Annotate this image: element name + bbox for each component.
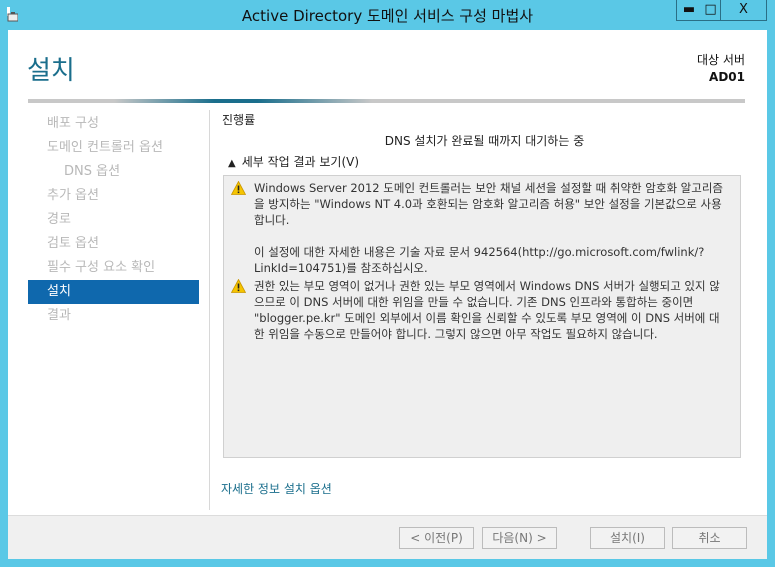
warning-message: 권한 있는 부모 영역이 없거나 권한 있는 부모 영역에서 Windows D… <box>231 278 730 342</box>
warning-text: 이 설정에 대한 자세한 내용은 기술 자료 문서 942564(http://… <box>254 245 705 275</box>
warning-text: 권한 있는 부모 영역이 없거나 권한 있는 부모 영역에서 Windows D… <box>254 279 720 341</box>
chevron-up-icon: ▲ <box>228 158 236 169</box>
nav-item-paths[interactable]: 경로 <box>28 208 199 232</box>
minimize-button[interactable]: ▬ <box>676 0 702 21</box>
nav-item-additional-options[interactable]: 추가 옵션 <box>28 184 199 208</box>
details-toggle-label: 세부 작업 결과 보기(V) <box>241 155 360 169</box>
target-server: 대상 서버 AD01 <box>697 52 745 86</box>
warning-icon <box>231 181 246 195</box>
nav-item-dc-options[interactable]: 도메인 컨트롤러 옵션 <box>28 136 199 160</box>
target-server-label: 대상 서버 <box>697 53 745 67</box>
warning-icon <box>231 279 246 293</box>
nav-item-dns-options[interactable]: DNS 옵션 <box>28 160 199 184</box>
details-box: Windows Server 2012 도메인 컨트롤러는 보안 채널 세션을 … <box>223 175 741 458</box>
nav-item-review-options[interactable]: 검토 옵션 <box>28 232 199 256</box>
maximize-button[interactable]: □ <box>701 0 721 21</box>
previous-button[interactable]: < 이전(P) <box>399 527 474 549</box>
page-title: 설치 <box>27 56 75 86</box>
nav-item-installation[interactable]: 설치 <box>28 280 199 304</box>
status-text: DNS 설치가 완료될 때까지 대기하는 중 <box>384 134 585 148</box>
nav-item-prerequisites[interactable]: 필수 구성 요소 확인 <box>28 256 199 280</box>
close-button[interactable]: X <box>721 0 767 21</box>
cancel-button[interactable]: 취소 <box>672 527 747 549</box>
wizard-nav: 배포 구성 도메인 컨트롤러 옵션 DNS 옵션 추가 옵션 경로 검토 옵션 … <box>28 112 199 328</box>
warning-message: Windows Server 2012 도메인 컨트롤러는 보안 채널 세션을 … <box>231 180 730 276</box>
more-info-link[interactable]: 자세한 정보 설치 옵션 <box>221 480 332 497</box>
warning-text: Windows Server 2012 도메인 컨트롤러는 보안 채널 세션을 … <box>254 181 723 227</box>
nav-item-results[interactable]: 결과 <box>28 304 199 328</box>
next-button[interactable]: 다음(N) > <box>482 527 557 549</box>
window-title: Active Directory 도메인 서비스 구성 마법사 <box>241 7 534 25</box>
title-bar: Active Directory 도메인 서비스 구성 마법사 ▬ □ X <box>0 0 775 30</box>
wizard-content: 설치 대상 서버 AD01 배포 구성 도메인 컨트롤러 옵션 DNS 옵션 추… <box>8 30 767 515</box>
nav-divider <box>209 110 210 510</box>
wizard-footer: < 이전(P) 다음(N) > 설치(I) 취소 <box>8 515 767 559</box>
details-toggle[interactable]: ▲ 세부 작업 결과 보기(V) <box>228 153 359 170</box>
nav-item-deployment-config[interactable]: 배포 구성 <box>28 112 199 136</box>
install-button[interactable]: 설치(I) <box>590 527 665 549</box>
target-server-value: AD01 <box>709 70 745 84</box>
header-divider <box>28 99 745 103</box>
progress-label: 진행률 <box>222 113 256 127</box>
